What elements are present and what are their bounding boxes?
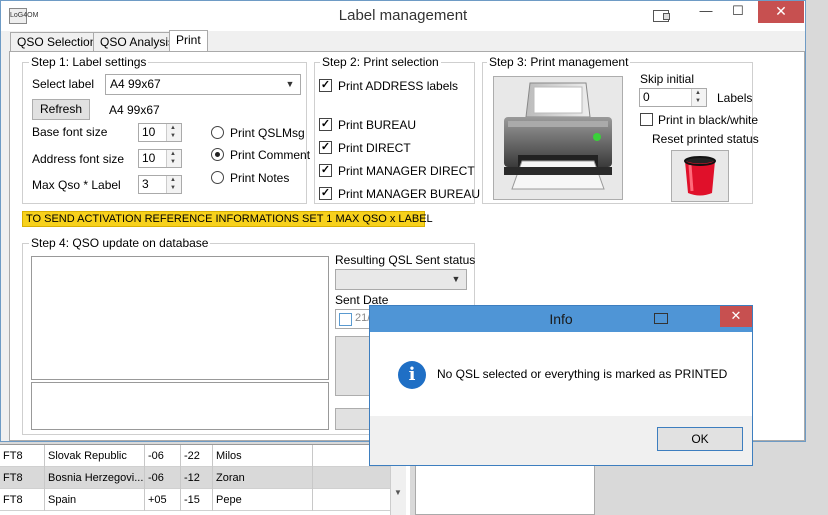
minimize-button[interactable]: —	[691, 1, 721, 23]
maximize-button[interactable]: ☐	[723, 1, 753, 23]
step3-title: Step 3: Print management	[487, 55, 631, 69]
base-font-value: 10	[142, 125, 156, 139]
print-manager-bureau-label[interactable]: Print MANAGER BUREAU	[338, 187, 480, 201]
trash-bin-icon	[684, 156, 716, 196]
base-font-stepper[interactable]: 10	[138, 123, 182, 142]
print-button[interactable]	[493, 76, 623, 200]
qso-update-notes-textbox[interactable]	[31, 382, 329, 430]
tab-qso-analysis[interactable]: QSO Analysis	[93, 32, 182, 52]
grid-cell: Bosnia Herzegovi...	[45, 467, 145, 489]
grid-cell: FT8	[0, 467, 45, 489]
table-row[interactable]: FT8 Bosnia Herzegovi... -06 -12 Zoran	[0, 467, 390, 489]
grid-cell: -22	[181, 445, 213, 467]
print-notes-label[interactable]: Print Notes	[230, 171, 289, 185]
address-font-value: 10	[142, 151, 156, 165]
grid-cell: -12	[181, 467, 213, 489]
skip-initial-stepper[interactable]: 0	[639, 88, 707, 107]
print-notes-radio[interactable]	[211, 171, 224, 184]
black-white-label[interactable]: Print in black/white	[658, 113, 758, 127]
select-label-combo[interactable]: A4 99x67 ▼	[105, 74, 301, 95]
spin-buttons[interactable]	[166, 150, 181, 167]
print-direct-label[interactable]: Print DIRECT	[338, 141, 411, 155]
background-app-panel	[415, 464, 595, 515]
dialog-close-button[interactable]: ✕	[720, 306, 752, 327]
address-font-stepper[interactable]: 10	[138, 149, 182, 168]
print-address-label[interactable]: Print ADDRESS labels	[338, 79, 458, 93]
grid-cell: Zoran	[213, 467, 313, 489]
info-icon: i	[398, 361, 426, 389]
grid-cell: -06	[145, 467, 181, 489]
skip-initial-value: 0	[643, 90, 650, 104]
spin-buttons[interactable]	[691, 89, 706, 106]
print-qslmsg-radio[interactable]	[211, 126, 224, 139]
qso-grid[interactable]: FT8 Slovak Republic -06 -22 Milos FT8 Bo…	[0, 444, 410, 515]
grid-cell: -06	[145, 445, 181, 467]
base-font-label: Base font size	[32, 125, 108, 139]
grid-cell: Pepe	[213, 489, 313, 511]
window-menu-icon[interactable]	[653, 10, 670, 22]
qso-update-textbox[interactable]	[31, 256, 329, 380]
grid-cell: Milos	[213, 445, 313, 467]
activation-warning: TO SEND ACTIVATION REFERENCE INFORMATION…	[22, 211, 433, 227]
address-font-label: Address font size	[32, 152, 125, 166]
title-bar[interactable]: Label management LoG4OM — ☐ ✕	[1, 1, 805, 31]
info-dialog: Info ✕ i No QSL selected or everything i…	[369, 305, 753, 466]
printer-icon	[504, 82, 612, 190]
window-title: Label management	[338, 7, 468, 24]
select-label-label: Select label	[32, 77, 95, 91]
spin-buttons[interactable]	[166, 176, 181, 193]
dialog-message: No QSL selected or everything is marked …	[437, 367, 728, 381]
print-bureau-label[interactable]: Print BUREAU	[338, 118, 416, 132]
black-white-checkbox[interactable]	[640, 113, 653, 126]
chevron-down-icon: ▼	[285, 79, 295, 89]
select-label-value: A4 99x67	[110, 77, 161, 91]
max-qso-label: Max Qso * Label	[32, 178, 121, 192]
dialog-title: Info	[549, 311, 573, 327]
print-direct-checkbox[interactable]: ✓	[319, 141, 332, 154]
print-manager-bureau-checkbox[interactable]: ✓	[319, 187, 332, 200]
skip-initial-label: Skip initial	[640, 72, 695, 86]
reset-printed-label: Reset printed status	[652, 132, 759, 146]
spin-buttons[interactable]	[166, 124, 181, 141]
print-comment-label[interactable]: Print Comment	[230, 148, 310, 162]
close-button[interactable]: ✕	[758, 1, 804, 23]
tab-qso-selection[interactable]: QSO Selection	[10, 32, 104, 52]
print-address-checkbox[interactable]: ✓	[319, 79, 332, 92]
qsl-status-label: Resulting QSL Sent status	[335, 253, 476, 267]
grid-cell: +05	[145, 489, 181, 511]
print-qslmsg-label[interactable]: Print QSLMsg	[230, 126, 305, 140]
app-icon: LoG4OM	[9, 8, 38, 24]
max-qso-stepper[interactable]: 3	[138, 175, 182, 194]
step1-title: Step 1: Label settings	[29, 55, 149, 69]
refresh-button[interactable]: Refresh	[32, 99, 90, 120]
print-comment-radio[interactable]	[211, 148, 224, 161]
tab-print[interactable]: Print	[169, 30, 208, 52]
max-qso-value: 3	[142, 177, 149, 191]
print-manager-direct-checkbox[interactable]: ✓	[319, 164, 332, 177]
table-row[interactable]: FT8 Spain +05 -15 Pepe	[0, 489, 390, 511]
qsl-status-combo[interactable]: ▼	[335, 269, 467, 290]
sent-date-value: 21/	[355, 312, 371, 324]
labels-label: Labels	[717, 91, 753, 105]
grid-cell: FT8	[0, 489, 45, 511]
scroll-down-icon[interactable]: ▼	[394, 488, 402, 497]
secondary-button[interactable]	[335, 408, 371, 430]
dialog-title-bar[interactable]: Info ✕	[370, 306, 752, 332]
grid-cell: Spain	[45, 489, 145, 511]
print-bureau-checkbox[interactable]: ✓	[319, 118, 332, 131]
update-button[interactable]	[335, 336, 371, 396]
print-manager-direct-label[interactable]: Print MANAGER DIRECT	[338, 164, 475, 178]
step4-title: Step 4: QSO update on database	[29, 236, 211, 250]
grid-cell: Slovak Republic	[45, 445, 145, 467]
step2-title: Step 2: Print selection	[320, 55, 441, 69]
table-row[interactable]: FT8 Slovak Republic -06 -22 Milos	[0, 445, 390, 467]
sent-date-checkbox[interactable]	[339, 313, 352, 326]
grid-cell: -15	[181, 489, 213, 511]
reset-printed-button[interactable]	[671, 150, 729, 202]
dialog-menu-icon[interactable]	[654, 313, 668, 324]
label-name-text: A4 99x67	[109, 103, 160, 117]
chevron-down-icon: ▼	[451, 274, 461, 284]
grid-cell: FT8	[0, 445, 45, 467]
ok-button[interactable]: OK	[657, 427, 743, 451]
